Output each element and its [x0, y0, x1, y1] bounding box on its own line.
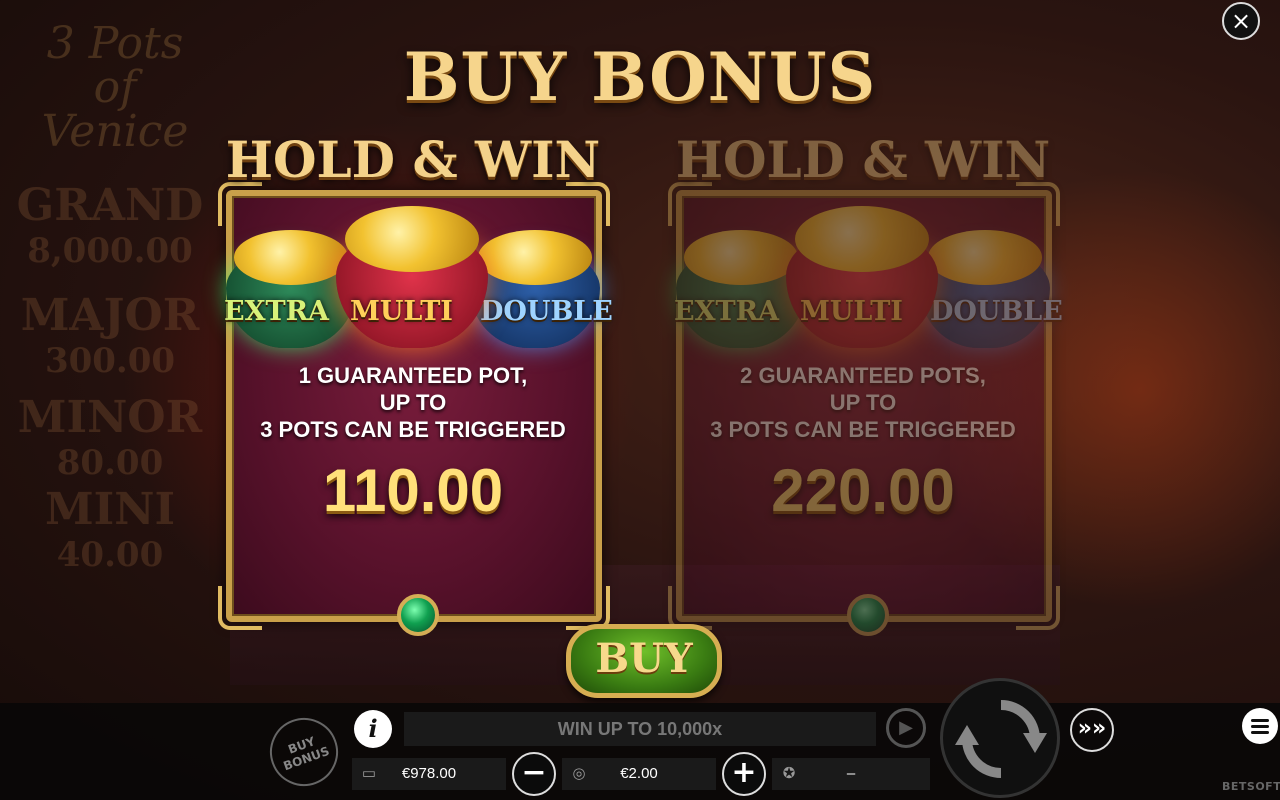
- increase-bet-button[interactable]: +: [722, 752, 766, 796]
- provider-logo: BETSOFT: [1222, 780, 1280, 793]
- decrease-bet-button[interactable]: −: [512, 752, 556, 796]
- close-icon[interactable]: ×: [1222, 2, 1260, 40]
- spin-button[interactable]: [940, 678, 1060, 798]
- option-description: 1 GUARANTEED POT, UP TO 3 POTS CAN BE TR…: [260, 363, 566, 442]
- pot-label-multi: MULTI: [350, 296, 453, 327]
- pot-label-multi: MULTI: [800, 296, 903, 327]
- jackpot-minor: MINOR 80.00: [17, 392, 203, 483]
- autoplay-icon[interactable]: ▶: [886, 708, 926, 748]
- award-icon: ✪: [782, 765, 796, 782]
- wallet-icon: ▭: [361, 765, 377, 782]
- coins-icon: ◎: [572, 765, 586, 782]
- info-icon[interactable]: i: [354, 710, 392, 748]
- turbo-icon[interactable]: »»: [1070, 708, 1114, 752]
- buy-button[interactable]: BUY: [566, 624, 722, 698]
- option-price: 110.00: [322, 457, 504, 524]
- buy-bonus-title: BUY BONUS: [403, 38, 877, 116]
- red-pot-icon: [336, 206, 488, 348]
- bet-display: ◎ €2.00: [562, 758, 716, 790]
- option-title: HOLD & WIN: [225, 130, 601, 189]
- balance-display: ▭ €978.00: [352, 758, 506, 790]
- win-display: ✪ –: [772, 758, 930, 790]
- pot-label-extra: EXTRA: [674, 296, 780, 327]
- spin-arrows-icon: [955, 700, 1047, 778]
- option-description: 2 GUARANTEED POTS, UP TO 3 POTS CAN BE T…: [710, 363, 1016, 442]
- red-pot-icon: [786, 206, 938, 348]
- jackpot-mini: MINI 40.00: [44, 484, 176, 575]
- bonus-option-1[interactable]: HOLD & WIN EXTRA MULTI DOUBLE 1 GUARANTE…: [218, 130, 613, 636]
- menu-icon[interactable]: [1242, 708, 1278, 744]
- emerald-gem-icon: [847, 594, 889, 636]
- emerald-gem-icon: [397, 594, 439, 636]
- jackpot-major: MAJOR 300.00: [20, 290, 200, 381]
- jackpot-grand: GRAND 8,000.00: [16, 180, 204, 271]
- pot-label-double: DOUBLE: [930, 296, 1063, 327]
- pot-label-extra: EXTRA: [224, 296, 330, 327]
- pots-illustration: [668, 206, 1058, 348]
- option-price: 220.00: [771, 457, 955, 524]
- pot-label-double: DOUBLE: [480, 296, 613, 327]
- option-title: HOLD & WIN: [675, 130, 1051, 189]
- bonus-option-2[interactable]: HOLD & WIN EXTRA MULTI DOUBLE 2 GUARANTE…: [668, 130, 1063, 636]
- pots-illustration: [218, 206, 608, 348]
- win-up-banner: WIN UP TO 10,000x: [404, 712, 876, 746]
